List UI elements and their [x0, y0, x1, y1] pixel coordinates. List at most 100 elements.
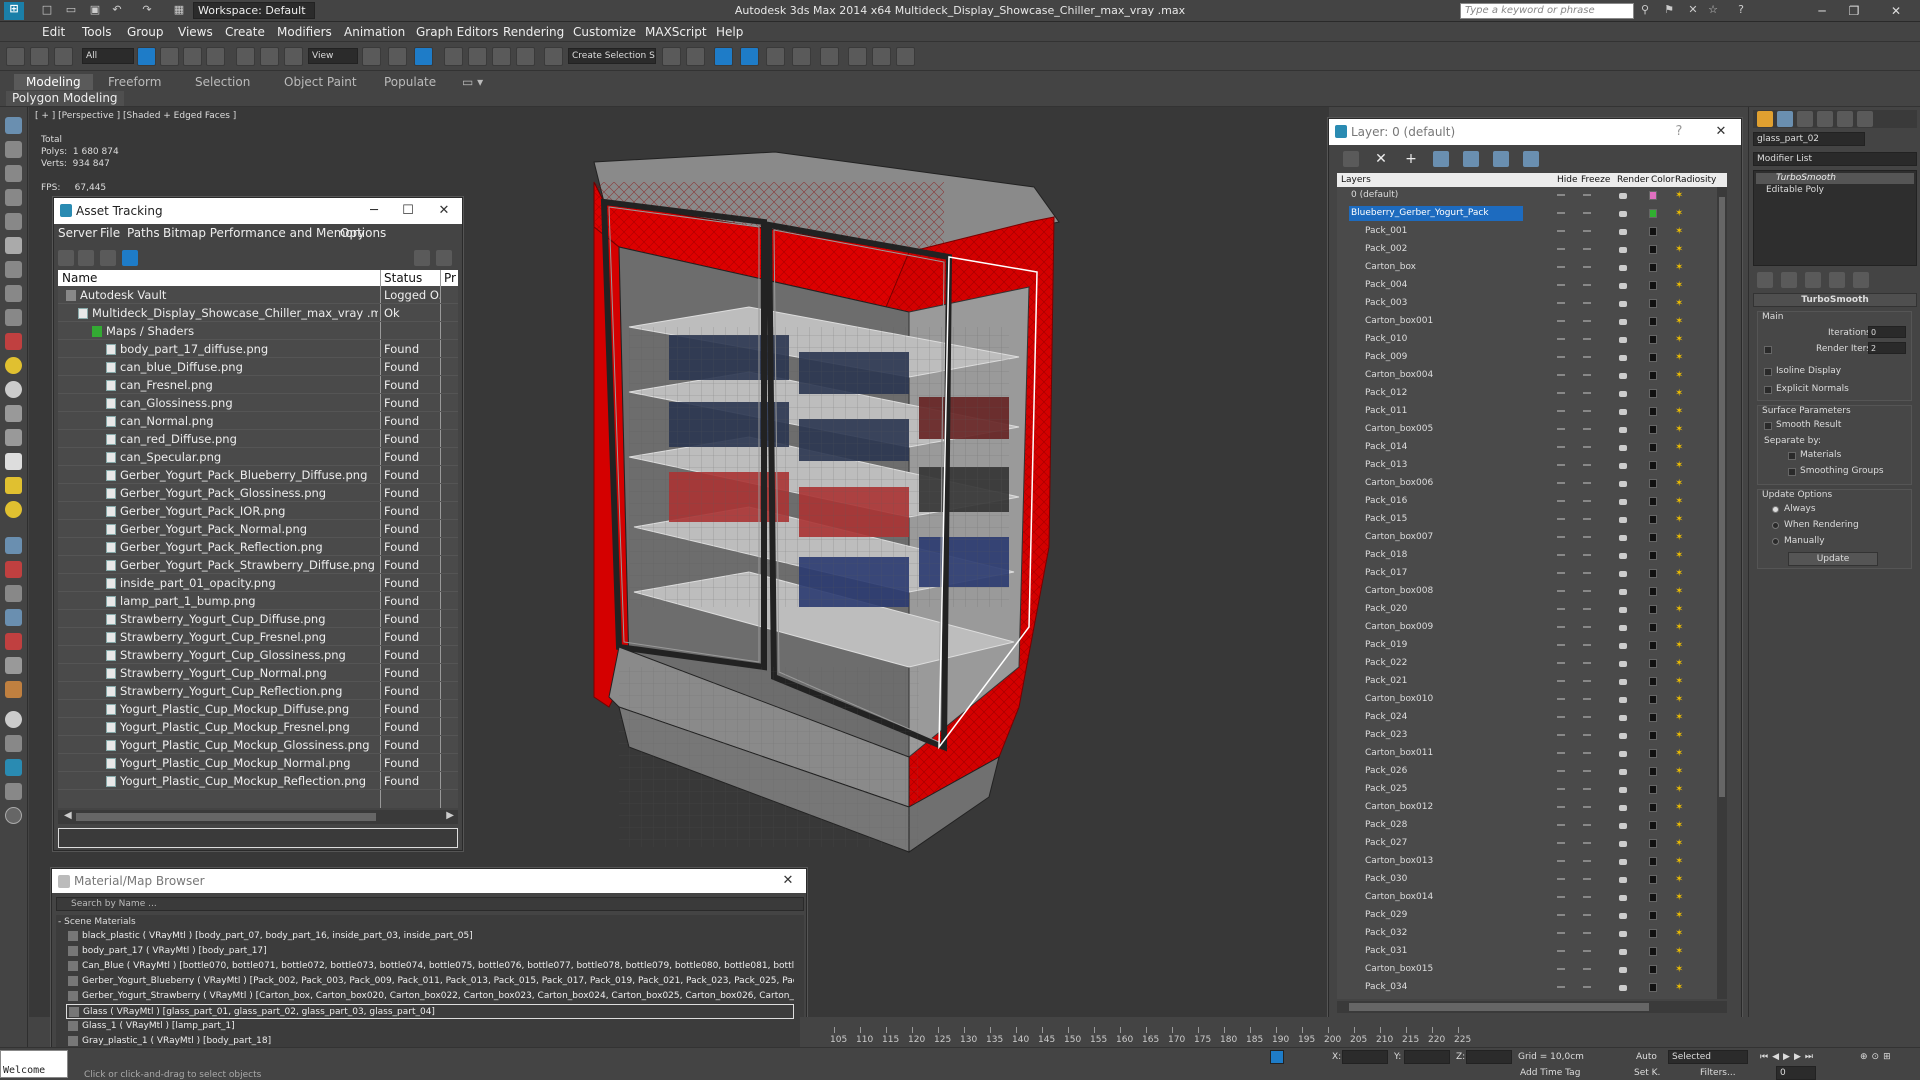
table-row[interactable]: can_red_Diffuse.png Found — [58, 430, 458, 448]
menu-edit[interactable]: Edit — [42, 25, 65, 39]
layer-color-swatch[interactable] — [1649, 677, 1657, 686]
radiosity-icon[interactable]: ✶ — [1675, 370, 1687, 382]
menu-server[interactable]: Server — [58, 226, 97, 240]
manually-radio[interactable] — [1772, 538, 1779, 545]
layer-color-swatch[interactable] — [1649, 569, 1657, 578]
layer-color-swatch[interactable] — [1649, 713, 1657, 722]
render-teapot-icon[interactable] — [1619, 337, 1627, 343]
layer-color-swatch[interactable] — [1649, 551, 1657, 560]
layer-color-swatch[interactable] — [1649, 785, 1657, 794]
layer-manager-icon[interactable] — [714, 47, 733, 66]
ribbon-options-icon[interactable]: ▭ ▾ — [456, 74, 489, 90]
rendered-frame-icon[interactable] — [872, 47, 891, 66]
radiosity-icon[interactable]: ✶ — [1675, 478, 1687, 490]
table-row[interactable]: Strawberry_Yogurt_Cup_Glossiness.png Foun… — [58, 646, 458, 664]
help-circle-icon[interactable] — [5, 807, 22, 824]
freeze-toggle[interactable] — [1583, 302, 1591, 304]
layer-row[interactable]: Pack_028 ✶ — [1337, 817, 1727, 835]
render-teapot-icon[interactable] — [1619, 895, 1627, 901]
radiosity-icon[interactable]: ✶ — [1675, 406, 1687, 418]
layer-color-swatch[interactable] — [1649, 695, 1657, 704]
scroll-left-icon[interactable]: ◀ — [64, 810, 72, 821]
radiosity-icon[interactable]: ✶ — [1675, 514, 1687, 526]
tab-freeform[interactable]: Freeform — [96, 74, 173, 90]
list-item[interactable]: Glass_1 ( VRayMtl ) [lamp_part_1] — [66, 1019, 794, 1034]
element-icon[interactable] — [5, 261, 22, 278]
table-row[interactable]: Yogurt_Plastic_Cup_Mockup_Reflection.png… — [58, 772, 458, 790]
minimize-button[interactable]: ─ — [1808, 2, 1836, 20]
object-name-field[interactable]: glass_part_02 — [1753, 132, 1865, 146]
freeze-toggle[interactable] — [1583, 320, 1591, 322]
radiosity-icon[interactable]: ✶ — [1675, 424, 1687, 436]
layer-row[interactable]: Pack_021 ✶ — [1337, 673, 1727, 691]
freeze-toggle[interactable] — [1583, 968, 1591, 970]
layer-color-swatch[interactable] — [1649, 191, 1657, 200]
layer-color-swatch[interactable] — [1649, 245, 1657, 254]
layer-row[interactable]: Pack_033✶ — [1337, 997, 1727, 999]
menu-customize[interactable]: Customize — [573, 25, 636, 39]
freeze-toggle[interactable] — [1583, 554, 1591, 556]
freeze-toggle[interactable] — [1583, 734, 1591, 736]
edit-poly-icon[interactable] — [5, 141, 22, 158]
help-icon[interactable]: ? — [1734, 3, 1748, 17]
layer-row[interactable]: Carton_box006 ✶ — [1337, 475, 1727, 493]
render-teapot-icon[interactable] — [1619, 805, 1627, 811]
freeze-toggle[interactable] — [1583, 716, 1591, 718]
hide-toggle[interactable] — [1557, 698, 1565, 700]
render-teapot-icon[interactable] — [1619, 265, 1627, 271]
render-teapot-icon[interactable] — [1619, 931, 1627, 937]
horizontal-scrollbar[interactable]: ◀ ▶ — [58, 810, 458, 824]
freeze-toggle[interactable] — [1583, 500, 1591, 502]
layer-color-swatch[interactable] — [1649, 281, 1657, 290]
mirror-icon[interactable] — [662, 47, 681, 66]
tab-selection[interactable]: Selection — [183, 74, 262, 90]
layer-color-swatch[interactable] — [1649, 299, 1657, 308]
table-row[interactable]: Strawberry_Yogurt_Cup_Normal.png Found — [58, 664, 458, 682]
render-teapot-icon[interactable] — [1619, 643, 1627, 649]
render-iters-spinner[interactable]: 2 — [1868, 342, 1906, 354]
layer-color-swatch[interactable] — [1649, 965, 1657, 974]
vertical-scrollbar[interactable] — [1717, 187, 1727, 999]
close-button[interactable]: ✕ — [1882, 2, 1910, 20]
select-manipulate-icon[interactable] — [388, 47, 407, 66]
radiosity-icon[interactable]: ✶ — [1675, 604, 1687, 616]
hide-toggle[interactable] — [1557, 356, 1565, 358]
render-teapot-icon[interactable] — [1619, 445, 1627, 451]
layer-row[interactable]: Carton_box007 ✶ — [1337, 529, 1727, 547]
freeze-toggle[interactable] — [1583, 680, 1591, 682]
cylinder-icon[interactable] — [5, 405, 22, 422]
render-teapot-icon[interactable] — [1619, 391, 1627, 397]
hide-toggle[interactable] — [1557, 464, 1565, 466]
hide-toggle[interactable] — [1557, 230, 1565, 232]
layer-color-swatch[interactable] — [1649, 767, 1657, 776]
radiosity-icon[interactable]: ✶ — [1675, 892, 1687, 904]
layer-row[interactable]: Carton_box004 ✶ — [1337, 367, 1727, 385]
cone-icon[interactable] — [5, 429, 22, 446]
hide-toggle[interactable] — [1557, 914, 1565, 916]
render-teapot-icon[interactable] — [1619, 607, 1627, 613]
table-row[interactable]: Gerber_Yogurt_Pack_Strawberry_Diffuse.pn… — [58, 556, 458, 574]
layer-color-swatch[interactable] — [1649, 587, 1657, 596]
select-object-icon[interactable] — [137, 47, 156, 66]
hide-toggle[interactable] — [1557, 644, 1565, 646]
maxscript-listener[interactable]: Welcome — [0, 1050, 68, 1078]
render-teapot-icon[interactable] — [1619, 841, 1627, 847]
render-production-icon[interactable] — [896, 47, 915, 66]
radiosity-icon[interactable]: ✶ — [1675, 532, 1687, 544]
layer-row[interactable]: Pack_015 ✶ — [1337, 511, 1727, 529]
hide-toggle[interactable] — [1557, 518, 1565, 520]
layer-color-swatch[interactable] — [1649, 317, 1657, 326]
hide-toggle[interactable] — [1557, 824, 1565, 826]
particles-icon[interactable] — [5, 609, 22, 626]
radiosity-icon[interactable]: ✶ — [1675, 676, 1687, 688]
render-teapot-icon[interactable] — [1619, 193, 1627, 199]
layer-color-swatch[interactable] — [1649, 533, 1657, 542]
hide-toggle[interactable] — [1557, 446, 1565, 448]
configure-sets-icon[interactable] — [1853, 272, 1869, 288]
menu-paths[interactable]: Paths — [127, 226, 160, 240]
hierarchy-tab-icon[interactable] — [1797, 111, 1813, 127]
render-teapot-icon[interactable] — [1619, 913, 1627, 919]
freeze-toggle[interactable] — [1583, 482, 1591, 484]
radiosity-icon[interactable]: ✶ — [1675, 838, 1687, 850]
layer-color-swatch[interactable] — [1649, 893, 1657, 902]
